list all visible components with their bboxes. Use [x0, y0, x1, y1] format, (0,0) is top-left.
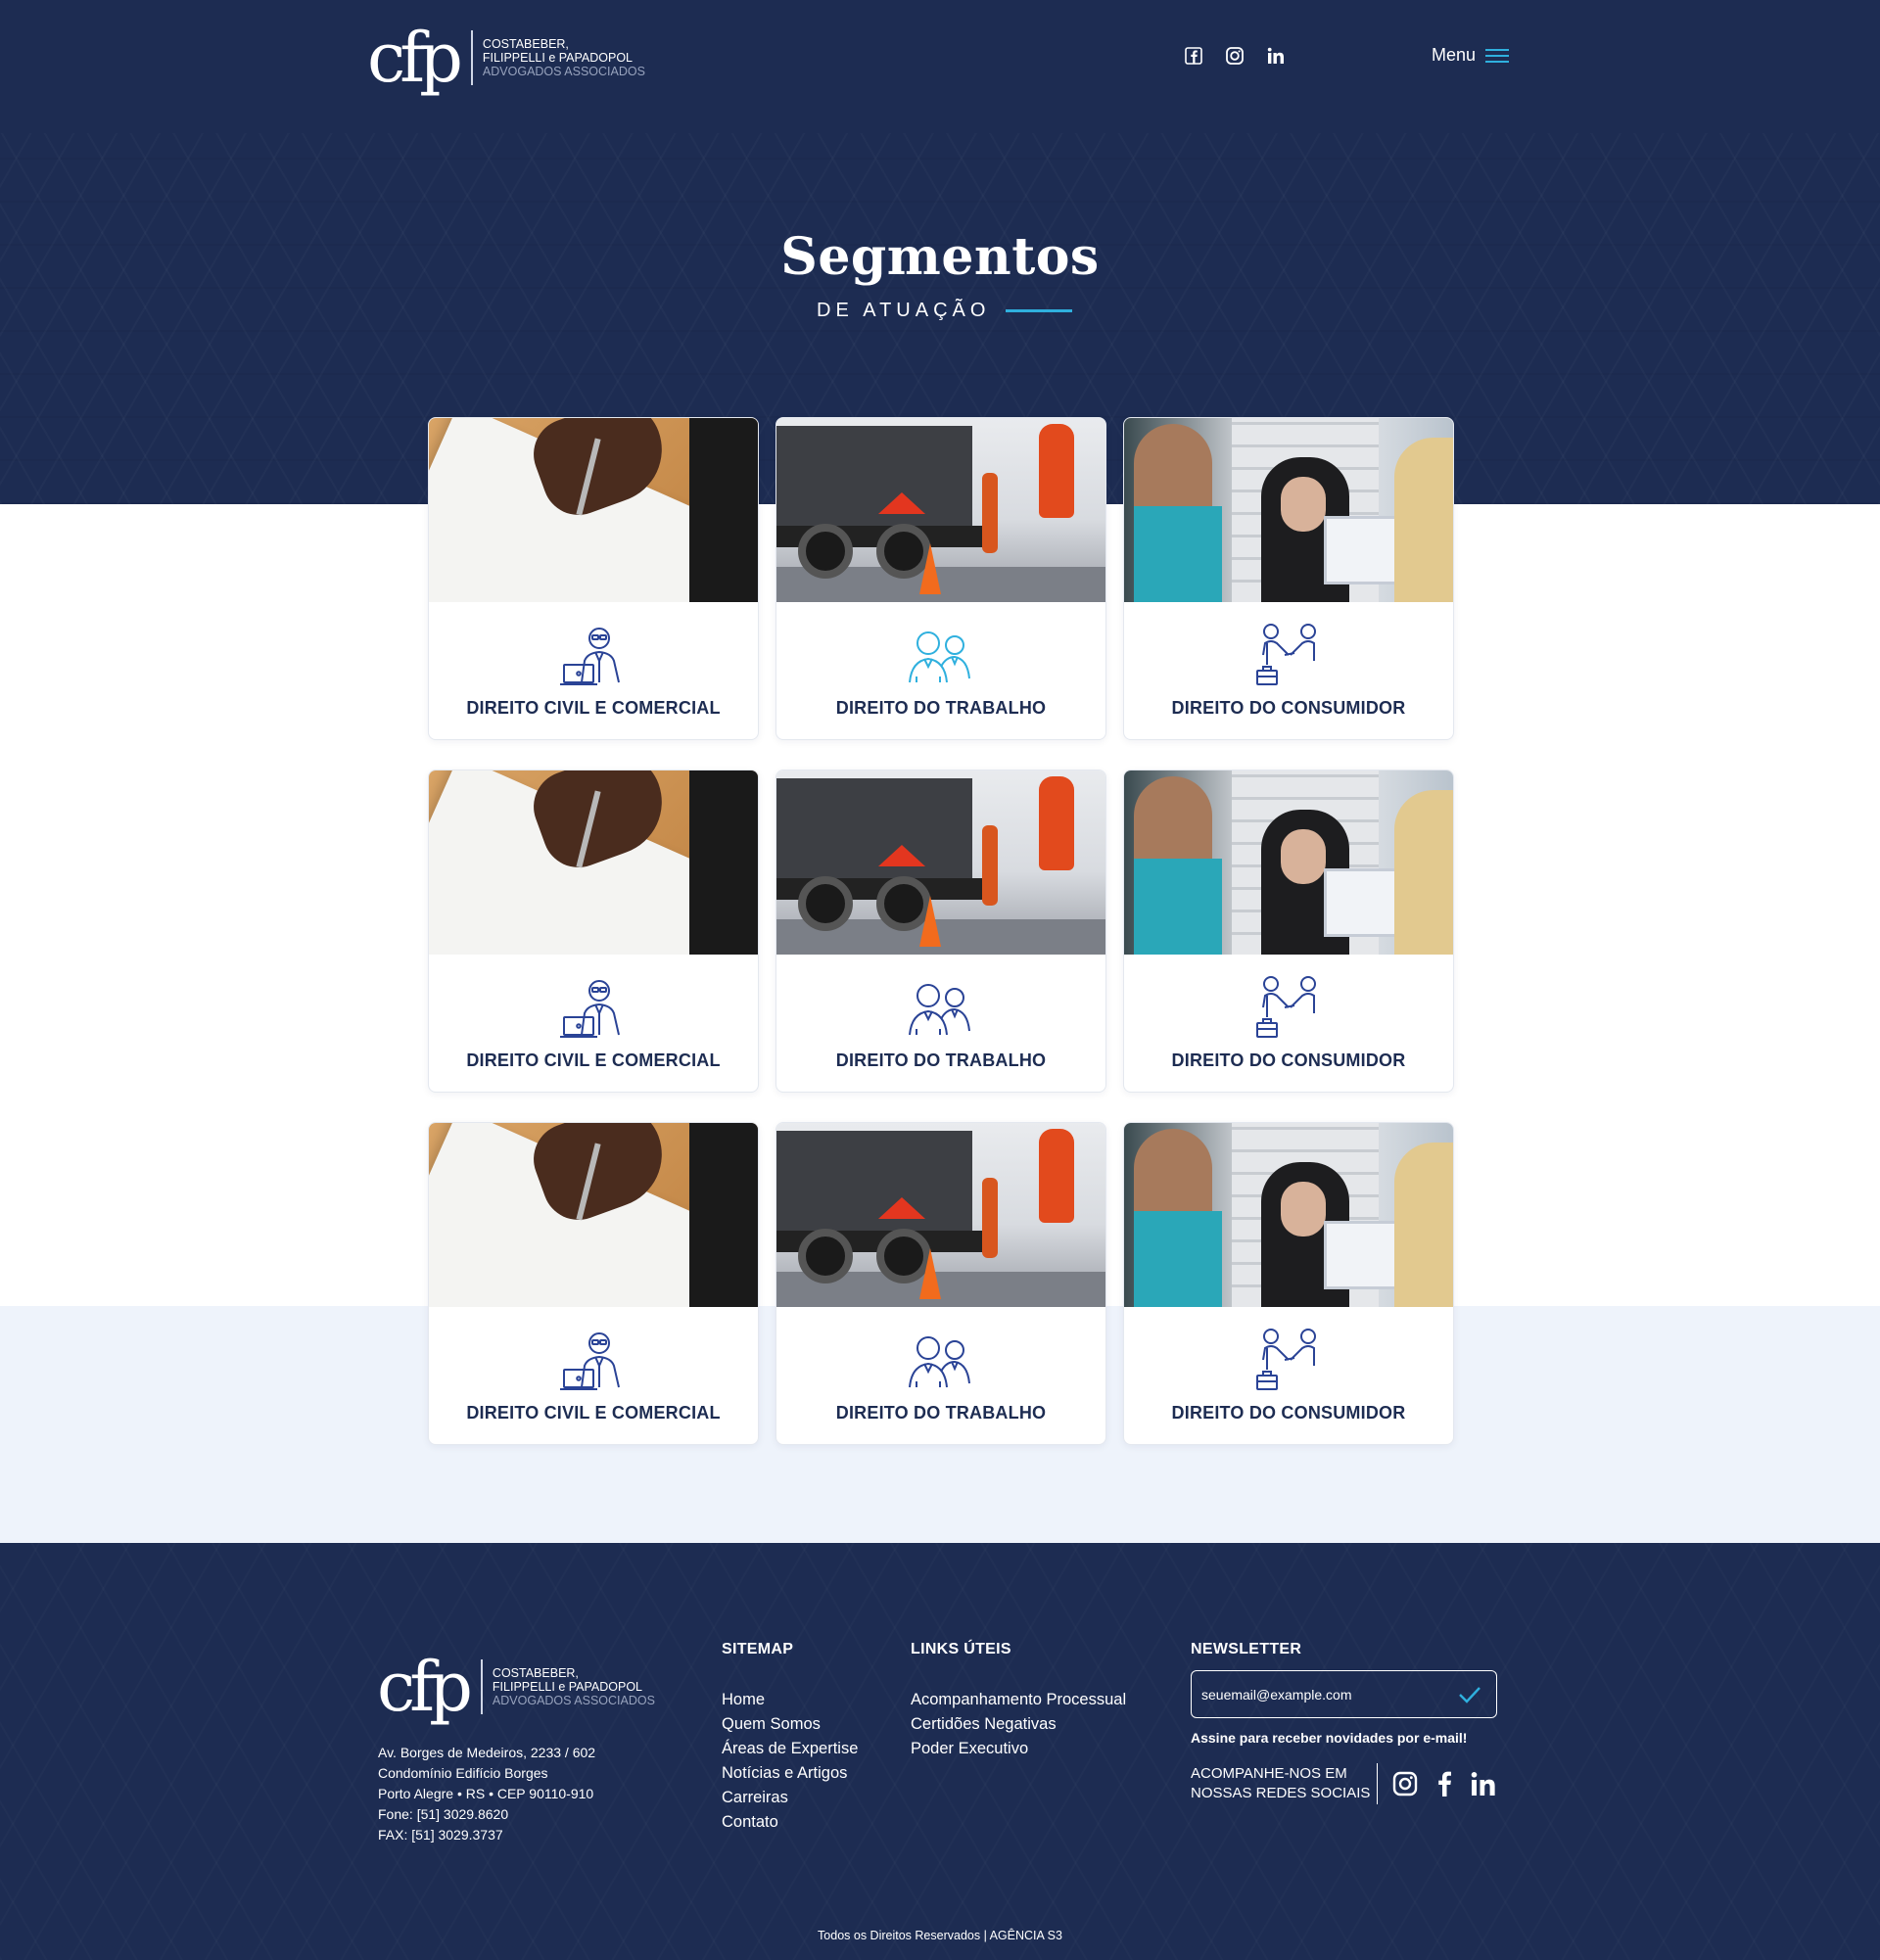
sitemap-column: SITEMAP Home Quem Somos Áreas de Experti…: [722, 1641, 858, 1835]
sitemap-link-contato[interactable]: Contato: [722, 1810, 858, 1835]
footer-logo[interactable]: cfp COSTABEBER, FILIPPELLI e PAPADOPOL A…: [377, 1643, 655, 1731]
facebook-icon[interactable]: [1431, 1770, 1458, 1797]
hamburger-icon: [1485, 48, 1510, 63]
handshake-icon: [1256, 1329, 1316, 1390]
follow-us: ACOMPANHE-NOS EM NOSSAS REDES SOCIAIS: [1191, 1763, 1497, 1804]
photo-truck-worker: [776, 1123, 1105, 1307]
copyright: Todos os Direitos Reservados | AGÊNCIA S…: [818, 1929, 1062, 1942]
sitemap-link-areas[interactable]: Áreas de Expertise: [722, 1737, 858, 1761]
segment-label: DIREITO DO TRABALHO: [835, 1403, 1047, 1423]
segment-label: DIREITO DO CONSUMIDOR: [1171, 1050, 1406, 1070]
site-header: cfp COSTABEBER, FILIPPELLI e PAPADOPOL A…: [0, 0, 1880, 133]
useful-links-title: LINKS ÚTEIS: [911, 1641, 1011, 1657]
segment-label: DIREITO CIVIL E COMERCIAL: [466, 698, 721, 718]
linkedin-icon[interactable]: [1265, 45, 1287, 67]
segment-label: DIREITO DO CONSUMIDOR: [1171, 698, 1406, 718]
handshake-icon: [1256, 976, 1316, 1038]
linkedin-icon[interactable]: [1470, 1770, 1497, 1797]
sitemap-title: SITEMAP: [722, 1641, 794, 1657]
segment-card-consumidor[interactable]: DIREITO DO CONSUMIDOR: [1123, 770, 1454, 1093]
sitemap-link-carreiras[interactable]: Carreiras: [722, 1786, 858, 1810]
useful-links-column: LINKS ÚTEIS Acompanhamento Processual Ce…: [911, 1641, 1126, 1761]
photo-truck-worker: [776, 770, 1105, 955]
follow-us-text: ACOMPANHE-NOS EM NOSSAS REDES SOCIAIS: [1191, 1765, 1371, 1801]
footer-social-links: [1391, 1770, 1497, 1797]
logo-divider: [470, 30, 473, 85]
segment-label: DIREITO DO TRABALHO: [835, 1050, 1047, 1070]
newsletter-column: NEWSLETTER Assine para receber novidades…: [1191, 1641, 1497, 1804]
workers-icon: [909, 984, 970, 1036]
segment-label: DIREITO DO TRABALHO: [835, 698, 1047, 718]
phone-line: Fone: [51] 3029.8620: [378, 1806, 509, 1822]
logo-divider: [480, 1659, 483, 1714]
photo-consumer-shop: [1124, 418, 1453, 602]
newsletter-form: [1191, 1670, 1497, 1718]
photo-consumer-shop: [1124, 770, 1453, 955]
address-line: Av. Borges de Medeiros, 2233 / 602: [378, 1745, 596, 1760]
logo-line-1: COSTABEBER,: [492, 1666, 579, 1680]
logo-line-3: ADVOGADOS ASSOCIADOS: [482, 65, 645, 78]
logo[interactable]: cfp COSTABEBER, FILIPPELLI e PAPADOPOL A…: [367, 14, 645, 102]
useful-link-certidoes[interactable]: Certidões Negativas: [911, 1712, 1126, 1737]
facebook-icon[interactable]: [1183, 45, 1204, 67]
workers-icon: [909, 631, 970, 683]
page-subtitle: DE ATUAÇÃO: [817, 300, 1073, 322]
follow-divider: [1377, 1763, 1378, 1804]
segments-grid: DIREITO CIVIL E COMERCIAL DIREITO DO TRA…: [428, 417, 1454, 1445]
office-address: Av. Borges de Medeiros, 2233 / 602 Condo…: [378, 1743, 595, 1845]
segment-card-trabalho[interactable]: DIREITO DO TRABALHO: [776, 770, 1106, 1093]
instagram-icon[interactable]: [1224, 45, 1246, 67]
logo-text: COSTABEBER, FILIPPELLI e PAPADOPOL ADVOG…: [493, 1666, 655, 1707]
newsletter-note: Assine para receber novidades por e-mail…: [1191, 1730, 1468, 1746]
workers-icon: [909, 1336, 970, 1388]
subtitle-accent-line: [1006, 309, 1073, 312]
address-line: Porto Alegre • RS • CEP 90110-910: [378, 1786, 594, 1801]
logo-line-1: COSTABEBER,: [482, 37, 569, 51]
segment-label: DIREITO CIVIL E COMERCIAL: [466, 1403, 721, 1423]
instagram-icon[interactable]: [1391, 1770, 1419, 1797]
segment-card-consumidor[interactable]: DIREITO DO CONSUMIDOR: [1123, 1122, 1454, 1445]
logo-mark: cfp: [367, 18, 463, 98]
logo-mark: cfp: [377, 1647, 473, 1727]
segment-card-consumidor[interactable]: DIREITO DO CONSUMIDOR: [1123, 417, 1454, 740]
page-subtitle-text: DE ATUAÇÃO: [817, 300, 991, 321]
page-title: Segmentos: [780, 227, 1100, 287]
menu-label: Menu: [1432, 45, 1477, 65]
useful-link-acompanhamento[interactable]: Acompanhamento Processual: [911, 1688, 1126, 1712]
lawyer-laptop-icon: [560, 628, 620, 685]
segment-card-trabalho[interactable]: DIREITO DO TRABALHO: [776, 1122, 1106, 1445]
menu-button[interactable]: Menu: [1432, 45, 1510, 66]
handshake-icon: [1256, 624, 1316, 685]
lawyer-laptop-icon: [560, 1332, 620, 1390]
photo-truck-worker: [776, 418, 1105, 602]
logo-line-2: FILIPPELLI e PAPADOPOL: [482, 51, 633, 65]
photo-signing-document: [429, 770, 758, 955]
site-footer: cfp COSTABEBER, FILIPPELLI e PAPADOPOL A…: [0, 1543, 1880, 1960]
photo-signing-document: [429, 418, 758, 602]
newsletter-email-input[interactable]: [1201, 1686, 1436, 1703]
newsletter-title: NEWSLETTER: [1191, 1641, 1302, 1657]
header-social-links: [1183, 45, 1287, 67]
segment-card-civil[interactable]: DIREITO CIVIL E COMERCIAL: [428, 1122, 759, 1445]
segment-label: DIREITO DO CONSUMIDOR: [1171, 1403, 1406, 1423]
logo-line-3: ADVOGADOS ASSOCIADOS: [492, 1694, 655, 1707]
sitemap-link-quem-somos[interactable]: Quem Somos: [722, 1712, 858, 1737]
segment-card-civil[interactable]: DIREITO CIVIL E COMERCIAL: [428, 417, 759, 740]
useful-link-poder-executivo[interactable]: Poder Executivo: [911, 1737, 1126, 1761]
photo-signing-document: [429, 1123, 758, 1307]
check-icon[interactable]: [1457, 1684, 1482, 1705]
segment-label: DIREITO CIVIL E COMERCIAL: [466, 1050, 721, 1070]
logo-text: COSTABEBER, FILIPPELLI e PAPADOPOL ADVOG…: [483, 37, 645, 78]
sitemap-link-noticias[interactable]: Notícias e Artigos: [722, 1761, 858, 1786]
segment-card-civil[interactable]: DIREITO CIVIL E COMERCIAL: [428, 770, 759, 1093]
address-line: Condomínio Edifício Borges: [378, 1765, 548, 1781]
fax-line: FAX: [51] 3029.3737: [378, 1827, 503, 1843]
photo-consumer-shop: [1124, 1123, 1453, 1307]
logo-line-2: FILIPPELLI e PAPADOPOL: [492, 1680, 642, 1694]
lawyer-laptop-icon: [560, 980, 620, 1038]
sitemap-link-home[interactable]: Home: [722, 1688, 858, 1712]
segment-card-trabalho[interactable]: DIREITO DO TRABALHO: [776, 417, 1106, 740]
